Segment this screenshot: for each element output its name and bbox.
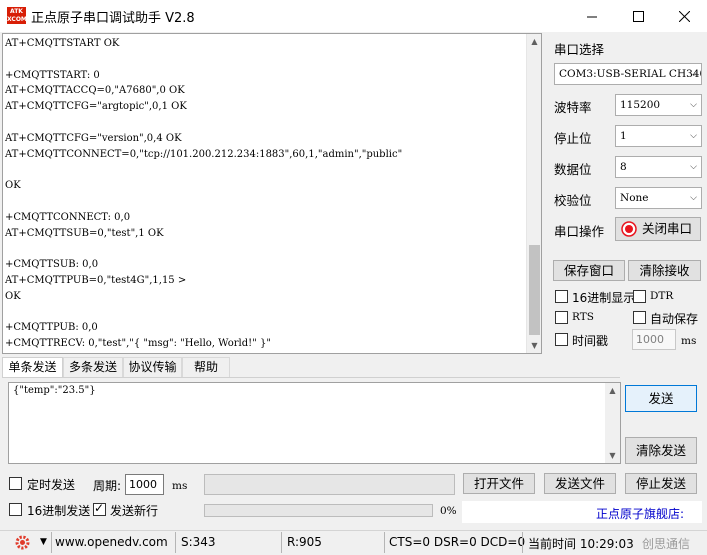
baud-label: 波特率 xyxy=(554,100,592,115)
settings-gear-icon[interactable] xyxy=(14,534,31,551)
clear-receive-button[interactable]: 清除接收 xyxy=(628,260,701,281)
data-bits-label: 数据位 xyxy=(554,162,592,177)
auto-save-label: 自动保存 xyxy=(650,312,699,326)
watermark: 创思通信 xyxy=(642,537,691,551)
stop-bits-select[interactable]: 1 ⌵ xyxy=(615,125,702,147)
stop-bits-label: 停止位 xyxy=(554,131,592,146)
close-button[interactable] xyxy=(661,0,707,32)
tab-multi-send[interactable]: 多条发送 xyxy=(63,357,123,377)
send-file-button[interactable]: 发送文件 xyxy=(544,473,616,494)
period-unit: ms xyxy=(172,480,188,492)
scroll-up-icon[interactable]: ▲ xyxy=(530,37,539,46)
send-scrollbar[interactable]: ▲ ▼ xyxy=(605,383,620,463)
window-title: 正点原子串口调试助手 V2.8 xyxy=(31,11,195,26)
tab-protocol[interactable]: 协议传输 xyxy=(123,357,182,377)
data-bits-value: 8 xyxy=(620,161,627,173)
send-text: {"temp":"23.5"} xyxy=(13,385,96,396)
tab-single-send[interactable]: 单条发送 xyxy=(2,357,63,378)
dtr-label: DTR xyxy=(650,290,674,302)
clear-send-button[interactable]: 清除发送 xyxy=(625,437,697,464)
tab-divider xyxy=(2,377,620,378)
port-select[interactable]: COM3:USB-SERIAL CH340 ⌵ xyxy=(554,63,702,85)
hex-send-label: 16进制发送 xyxy=(27,504,91,518)
chevron-down-icon: ⌵ xyxy=(690,69,697,79)
modem-lines: CTS=0 DSR=0 DCD=0 xyxy=(389,535,526,549)
baud-select[interactable]: 115200 ⌵ xyxy=(615,94,702,116)
dropdown-arrow-icon[interactable]: ▼ xyxy=(40,537,47,547)
sent-count: S:343 xyxy=(181,535,216,549)
hex-display-label: 16进制显示 xyxy=(572,291,636,305)
baud-value: 115200 xyxy=(620,99,661,111)
status-separator xyxy=(51,532,52,553)
receive-scrollbar[interactable]: ▲ ▼ xyxy=(526,34,541,353)
data-bits-select[interactable]: 8 ⌵ xyxy=(615,156,702,178)
scroll-up-icon[interactable]: ▲ xyxy=(608,386,617,395)
close-port-label: 关闭串口 xyxy=(641,221,692,236)
rts-checkbox[interactable] xyxy=(555,311,568,324)
website-link[interactable]: www.openedv.com xyxy=(55,535,168,549)
status-separator xyxy=(384,532,385,553)
file-path-field[interactable] xyxy=(204,474,455,495)
current-time: 当前时间 10:29:03 xyxy=(528,537,634,551)
timed-send-label: 定时发送 xyxy=(27,478,76,492)
timestamp-interval-input[interactable]: 1000 xyxy=(632,329,676,350)
chevron-down-icon: ⌵ xyxy=(690,131,697,141)
scroll-down-icon[interactable]: ▼ xyxy=(608,451,617,460)
minimize-button[interactable] xyxy=(569,0,615,32)
receive-text: AT+CMQTTSTART OK +CMQTTSTART: 0 AT+CMQTT… xyxy=(5,38,403,350)
receive-textarea[interactable]: AT+CMQTTSTART OK +CMQTTSTART: 0 AT+CMQTT… xyxy=(2,33,542,354)
parity-label: 校验位 xyxy=(554,193,592,208)
timestamp-unit: ms xyxy=(681,335,697,347)
stop-bits-value: 1 xyxy=(620,130,627,142)
port-select-label: 串口选择 xyxy=(554,42,605,57)
timestamp-label: 时间戳 xyxy=(572,334,609,348)
chevron-down-icon: ⌵ xyxy=(690,193,697,203)
send-progress-bar xyxy=(204,504,433,517)
scrollbar-thumb[interactable] xyxy=(529,245,540,335)
port-op-label: 串口操作 xyxy=(554,224,605,239)
period-label: 周期: xyxy=(93,479,122,493)
open-file-button[interactable]: 打开文件 xyxy=(463,473,535,494)
period-input[interactable]: 1000 xyxy=(125,474,164,495)
timestamp-checkbox[interactable] xyxy=(555,333,568,346)
send-button[interactable]: 发送 xyxy=(625,385,697,412)
send-progress-text: 0% xyxy=(440,505,457,517)
stop-send-button[interactable]: 停止发送 xyxy=(625,473,697,494)
app-logo-icon: ATK XCOM xyxy=(7,7,27,24)
chevron-down-icon: ⌵ xyxy=(690,162,697,172)
save-window-button[interactable]: 保存窗口 xyxy=(553,260,625,281)
rts-label: RTS xyxy=(572,311,594,323)
chevron-down-icon: ⌵ xyxy=(690,100,697,110)
maximize-icon xyxy=(632,10,644,22)
scroll-down-icon[interactable]: ▼ xyxy=(530,341,539,350)
status-separator xyxy=(175,532,176,553)
dtr-checkbox[interactable] xyxy=(633,290,646,303)
minimize-icon xyxy=(586,16,597,17)
send-newline-label: 发送新行 xyxy=(110,504,159,518)
store-link[interactable]: 正点原子旗舰店: xyxy=(596,505,684,522)
timed-send-checkbox[interactable] xyxy=(9,477,22,490)
parity-select[interactable]: None ⌵ xyxy=(615,187,702,209)
hex-send-checkbox[interactable] xyxy=(9,503,22,516)
port-select-value: COM3:USB-SERIAL CH340 xyxy=(559,68,702,80)
received-count: R:905 xyxy=(287,535,322,549)
tab-help[interactable]: 帮助 xyxy=(182,357,230,377)
port-status-icon xyxy=(621,221,637,237)
close-icon xyxy=(678,10,690,22)
auto-save-checkbox[interactable] xyxy=(633,311,646,324)
status-separator xyxy=(281,532,282,553)
parity-value: None xyxy=(620,192,649,204)
maximize-button[interactable] xyxy=(615,0,661,32)
send-textarea[interactable]: {"temp":"23.5"} ▲ ▼ xyxy=(8,382,621,464)
status-separator xyxy=(522,532,523,553)
send-newline-checkbox[interactable] xyxy=(93,501,106,516)
hex-display-checkbox[interactable] xyxy=(555,290,568,303)
